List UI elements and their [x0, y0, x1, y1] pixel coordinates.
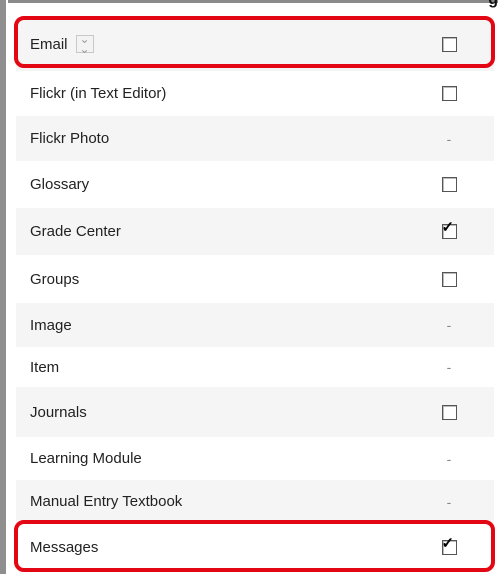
left-border [0, 0, 6, 574]
check-mark-icon: ✓ [441, 219, 455, 236]
table-row-flickr-text-editor: Flickr (in Text Editor) [16, 71, 494, 116]
not-applicable-dash: - [446, 493, 452, 510]
table-row-groups: Groups [16, 255, 494, 303]
checkbox-groups[interactable] [441, 271, 457, 287]
checkbox-journals[interactable] [441, 404, 457, 420]
highlight-box-email [14, 16, 495, 68]
not-applicable-dash: - [446, 130, 452, 147]
table-row-learning-module: Learning Module - [16, 437, 494, 480]
table-row-grade-center: Grade Center ✓ [16, 208, 494, 255]
tool-label-flickr-text-editor: Flickr (in Text Editor) [30, 85, 167, 102]
header-fragment: g [488, 0, 498, 9]
not-applicable-dash: - [446, 450, 452, 467]
table-row-journals: Journals [16, 387, 494, 437]
tool-label-learning-module: Learning Module [30, 450, 142, 467]
table-row-item: Item - [16, 347, 494, 387]
checkbox-flickr-text-editor[interactable] [441, 86, 457, 101]
tool-label-grade-center: Grade Center [30, 223, 121, 240]
table-row-flickr-photo: Flickr Photo - [16, 116, 494, 161]
tool-label-journals: Journals [30, 403, 87, 421]
table-row-glossary: Glossary [16, 161, 494, 208]
checkbox-grade-center[interactable]: ✓ [441, 220, 457, 239]
tool-label-manual-entry-textbook: Manual Entry Textbook [30, 493, 183, 510]
table-row-manual-entry-textbook: Manual Entry Textbook - [16, 480, 494, 523]
tool-label-item: Item [30, 358, 60, 376]
highlight-box-messages [14, 520, 495, 572]
not-applicable-dash: - [446, 359, 452, 375]
top-bar [8, 0, 498, 3]
tool-label-image: Image [30, 316, 72, 334]
checkbox-glossary[interactable] [441, 177, 457, 192]
not-applicable-dash: - [446, 317, 452, 333]
table-row-image: Image - [16, 303, 494, 347]
tool-label-flickr-photo: Flickr Photo [30, 130, 110, 147]
tool-label-glossary: Glossary [30, 176, 90, 193]
tool-label-groups: Groups [30, 270, 80, 288]
